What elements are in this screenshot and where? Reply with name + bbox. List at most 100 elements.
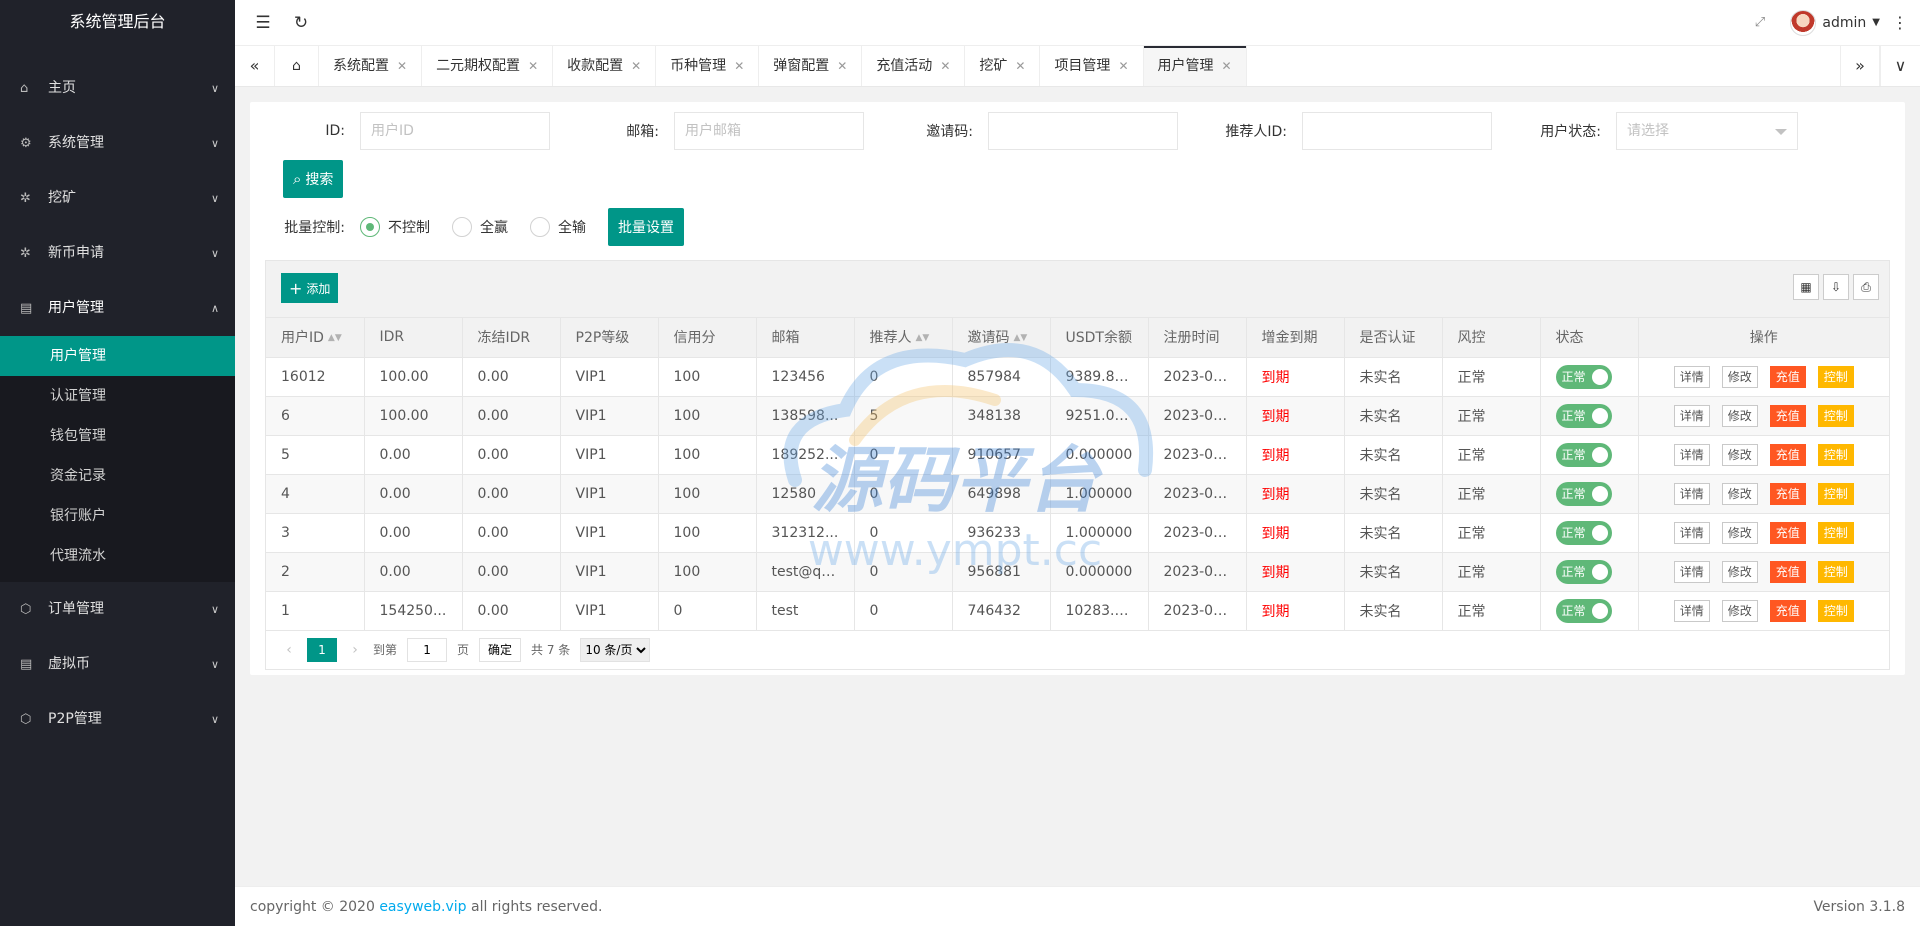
submenu-fund-records[interactable]: 资金记录 (0, 456, 235, 496)
col-header[interactable]: 用户ID ▲▼ (266, 318, 365, 358)
edit-button[interactable]: 修改 (1721, 521, 1758, 544)
submenu-bank-accounts[interactable]: 银行账户 (0, 496, 235, 536)
tab-popup-config[interactable]: 弹窗配置 ✕ (759, 46, 863, 86)
close-icon[interactable]: ✕ (631, 59, 641, 73)
sort-icon[interactable]: ▲▼ (916, 333, 930, 343)
detail-button[interactable]: 详情 (1673, 404, 1710, 427)
columns-filter-icon[interactable]: ▦ (1793, 274, 1819, 300)
detail-button[interactable]: 详情 (1673, 599, 1710, 622)
batch-set-button[interactable]: 批量设置 (608, 208, 684, 246)
footer-link[interactable]: easyweb.vip (379, 899, 466, 915)
tab-recharge-activity[interactable]: 充值活动 ✕ (862, 46, 966, 86)
control-button[interactable]: 控制 (1817, 482, 1854, 505)
submenu-auth-management[interactable]: 认证管理 (0, 376, 235, 416)
detail-button[interactable]: 详情 (1673, 365, 1710, 388)
close-icon[interactable]: ✕ (397, 59, 407, 73)
status-switch[interactable]: 正常 (1555, 481, 1612, 506)
recharge-button[interactable]: 充值 (1769, 365, 1806, 388)
collapse-menu-icon[interactable]: ☰ (243, 0, 283, 46)
control-button[interactable]: 控制 (1817, 560, 1854, 583)
goto-page-input[interactable] (407, 637, 448, 662)
detail-button[interactable]: 详情 (1673, 521, 1710, 544)
sidebar-item-users[interactable]: ▤ 用户管理 ∧ (0, 281, 235, 336)
tabs-dropdown-icon[interactable]: ∨ (1880, 46, 1920, 86)
tabs-scroll-left-icon[interactable]: « (235, 46, 275, 86)
detail-button[interactable]: 详情 (1673, 482, 1710, 505)
control-button[interactable]: 控制 (1817, 521, 1854, 544)
next-page-icon[interactable]: › (347, 642, 363, 658)
status-switch[interactable]: 正常 (1555, 520, 1612, 545)
detail-button[interactable]: 详情 (1673, 560, 1710, 583)
col-header[interactable]: 推荐人 ▲▼ (854, 318, 953, 358)
edit-button[interactable]: 修改 (1721, 443, 1758, 466)
sidebar-item-system[interactable]: ⚙ 系统管理 ∨ (0, 116, 235, 171)
radio-no-control[interactable]: 不控制 (360, 217, 430, 237)
edit-button[interactable]: 修改 (1721, 404, 1758, 427)
sidebar-item-orders[interactable]: ⬡ 订单管理 ∨ (0, 582, 235, 637)
status-switch[interactable]: 正常 (1555, 559, 1612, 584)
print-icon[interactable]: ⎙ (1853, 274, 1879, 300)
current-page[interactable]: 1 (307, 637, 337, 662)
edit-button[interactable]: 修改 (1721, 599, 1758, 622)
recharge-button[interactable]: 充值 (1769, 443, 1806, 466)
radio-all-lose[interactable]: 全输 (530, 217, 586, 237)
control-button[interactable]: 控制 (1817, 443, 1854, 466)
col-header[interactable]: 邀请码 ▲▼ (952, 318, 1051, 358)
tabs-scroll-right-icon[interactable]: » (1840, 46, 1880, 86)
close-icon[interactable]: ✕ (528, 59, 538, 73)
tab-payment-config[interactable]: 收款配置 ✕ (553, 46, 657, 86)
invite-code-input[interactable] (988, 112, 1178, 150)
referrer-id-input[interactable] (1302, 112, 1492, 150)
user-status-select[interactable]: 请选择 (1616, 112, 1798, 150)
submenu-user-management[interactable]: 用户管理 (0, 336, 235, 376)
add-user-button[interactable]: + 添加 (281, 273, 339, 303)
tab-currency[interactable]: 币种管理 ✕ (656, 46, 760, 86)
sidebar-item-virtual-coin[interactable]: ▤ 虚拟币 ∨ (0, 637, 235, 692)
recharge-button[interactable]: 充值 (1769, 560, 1806, 583)
tab-system-config[interactable]: 系统配置 ✕ (319, 46, 423, 86)
status-switch[interactable]: 正常 (1555, 598, 1612, 623)
recharge-button[interactable]: 充值 (1769, 599, 1806, 622)
edit-button[interactable]: 修改 (1721, 482, 1758, 505)
edit-button[interactable]: 修改 (1721, 560, 1758, 583)
tab-user-management[interactable]: 用户管理 ✕ (1143, 46, 1247, 86)
sort-icon[interactable]: ▲▼ (1014, 333, 1028, 343)
fullscreen-icon[interactable]: ⤢ (1740, 0, 1780, 46)
sort-icon[interactable]: ▲▼ (328, 333, 342, 343)
export-icon[interactable]: ⇩ (1823, 274, 1849, 300)
control-button[interactable]: 控制 (1817, 599, 1854, 622)
close-icon[interactable]: ✕ (1118, 59, 1128, 73)
email-input[interactable] (674, 112, 864, 150)
radio-all-win[interactable]: 全赢 (452, 217, 508, 237)
prev-page-icon[interactable]: ‹ (281, 642, 297, 658)
close-icon[interactable]: ✕ (1222, 59, 1232, 73)
edit-button[interactable]: 修改 (1721, 365, 1758, 388)
tab-binary-options[interactable]: 二元期权配置 ✕ (422, 46, 554, 86)
close-icon[interactable]: ✕ (1015, 59, 1025, 73)
tab-mining[interactable]: 挖矿 ✕ (965, 46, 1041, 86)
tab-projects[interactable]: 项目管理 ✕ (1040, 46, 1144, 86)
user-id-input[interactable] (360, 112, 550, 150)
search-button[interactable]: ⌕ 搜索 (283, 160, 344, 198)
status-switch[interactable]: 正常 (1555, 364, 1612, 389)
close-icon[interactable]: ✕ (734, 59, 744, 73)
tab-home-icon[interactable]: ⌂ (275, 46, 319, 86)
sidebar-item-mining[interactable]: ✲ 挖矿 ∨ (0, 171, 235, 226)
sidebar-item-home[interactable]: ⌂ 主页 ∨ (0, 61, 235, 116)
status-switch[interactable]: 正常 (1555, 403, 1612, 428)
control-button[interactable]: 控制 (1817, 365, 1854, 388)
page-size-select[interactable]: 10 条/页 (580, 637, 651, 662)
goto-confirm-button[interactable]: 确定 (479, 637, 522, 662)
detail-button[interactable]: 详情 (1673, 443, 1710, 466)
status-switch[interactable]: 正常 (1555, 442, 1612, 467)
submenu-wallet-management[interactable]: 钱包管理 (0, 416, 235, 456)
more-icon[interactable]: ⋮ (1880, 0, 1920, 46)
recharge-button[interactable]: 充值 (1769, 521, 1806, 544)
control-button[interactable]: 控制 (1817, 404, 1854, 427)
submenu-agent-flow[interactable]: 代理流水 (0, 536, 235, 576)
close-icon[interactable]: ✕ (837, 59, 847, 73)
sidebar-item-new-coin[interactable]: ✲ 新币申请 ∨ (0, 226, 235, 281)
recharge-button[interactable]: 充值 (1769, 404, 1806, 427)
close-icon[interactable]: ✕ (940, 59, 950, 73)
recharge-button[interactable]: 充值 (1769, 482, 1806, 505)
